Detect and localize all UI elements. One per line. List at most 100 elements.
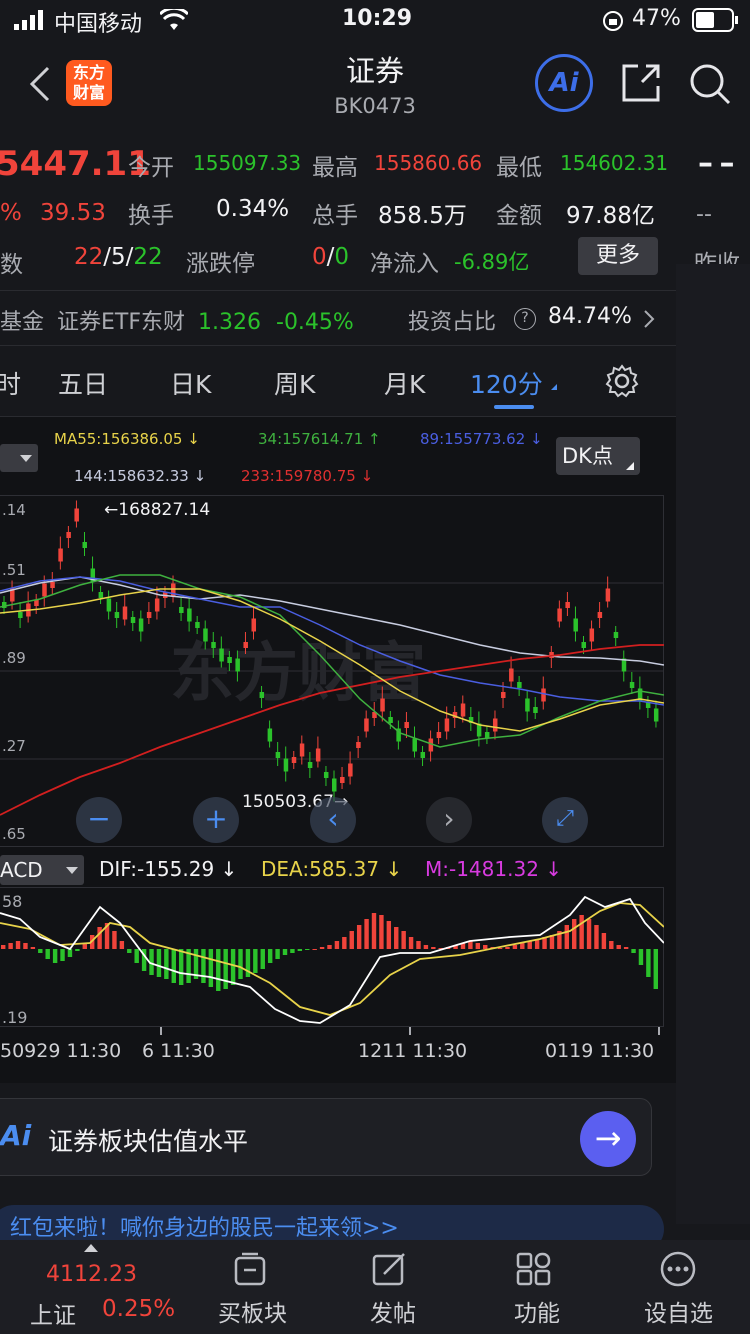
dif-line xyxy=(0,895,664,1024)
amount-label: 金额 xyxy=(496,203,542,229)
nav-add-watchlist[interactable]: 设自选 xyxy=(644,1250,713,1328)
tab-week-k[interactable]: 周K xyxy=(274,365,315,401)
nav-post[interactable]: 发帖 xyxy=(370,1250,416,1328)
rotation-lock-icon xyxy=(602,10,624,38)
macd-bar xyxy=(408,937,414,949)
macd-bar xyxy=(386,921,392,949)
macd-bar xyxy=(290,949,295,953)
nav-functions[interactable]: 功能 xyxy=(514,1250,560,1328)
scroll-left-button[interactable]: ‹ xyxy=(310,797,356,843)
volume-value: 858.5万 xyxy=(378,203,467,229)
macd-bar xyxy=(431,947,436,949)
side-panel-dash-small: -- xyxy=(696,202,712,227)
macd-bar xyxy=(45,949,50,959)
candle xyxy=(404,722,409,728)
time-tick xyxy=(160,1027,162,1035)
tab-day-k[interactable]: 日K xyxy=(170,365,211,401)
ma233-label: 233:159780.75 ↓ xyxy=(241,467,374,485)
macd-bar xyxy=(334,941,340,949)
candle xyxy=(525,698,530,712)
macd-bar xyxy=(112,931,117,949)
candle xyxy=(18,612,23,618)
macd-bar xyxy=(267,949,273,963)
macd-bar xyxy=(223,949,228,989)
ai-go-arrow-icon[interactable]: → xyxy=(580,1111,636,1167)
candle xyxy=(597,612,603,618)
limit-counts: 0/0 xyxy=(312,244,350,270)
share-icon[interactable] xyxy=(620,62,662,108)
candle xyxy=(315,748,321,762)
netflow-label: 净流入 xyxy=(370,251,439,277)
zoom-out-button[interactable]: − xyxy=(76,797,122,843)
macd-selector[interactable]: ACD xyxy=(0,855,84,885)
more-button[interactable]: 更多 xyxy=(578,237,658,275)
macd-bar xyxy=(282,949,288,955)
candle xyxy=(138,618,144,632)
macd-bar xyxy=(134,949,139,963)
macd-bar xyxy=(156,949,162,977)
candle xyxy=(460,703,466,717)
candle xyxy=(348,763,353,777)
candle xyxy=(605,588,611,602)
macd-bar xyxy=(609,941,614,949)
macd-bar xyxy=(312,949,317,950)
macd-bar xyxy=(505,947,510,949)
tab-dropdown-indicator xyxy=(551,384,557,390)
ma89-label: 89:155773.62 ↓ xyxy=(420,430,543,448)
side-panel xyxy=(676,264,750,1224)
invest-ratio-value: 84.74% xyxy=(548,304,632,329)
divider xyxy=(0,345,676,346)
ma144-label: 144:158632.33 ↓ xyxy=(74,467,207,485)
settings-gear-icon[interactable] xyxy=(605,364,639,402)
index-name[interactable]: 上证 xyxy=(30,1296,76,1330)
candle xyxy=(299,743,305,757)
open-value: 155097.33 xyxy=(193,151,302,175)
nav-label: 买板块 xyxy=(218,1301,287,1327)
indicator-selector[interactable] xyxy=(0,444,38,472)
search-icon[interactable] xyxy=(688,62,732,110)
macd-bar xyxy=(23,943,28,949)
macd-bar xyxy=(119,941,125,949)
macd-bar xyxy=(216,949,221,991)
fund-row[interactable]: 基金 证券ETF东财 1.326 -0.45% xyxy=(0,304,354,336)
macd-bar xyxy=(1,945,6,949)
help-icon[interactable]: ? xyxy=(514,308,536,330)
macd-bar xyxy=(52,949,58,963)
candle xyxy=(34,600,39,606)
tab-five-day[interactable]: 五日 xyxy=(58,365,108,401)
macd-bar xyxy=(475,943,481,949)
chevron-right-icon[interactable] xyxy=(642,308,656,334)
expand-up-icon[interactable] xyxy=(84,1244,98,1252)
macd-bar xyxy=(512,945,518,949)
tab-month-k[interactable]: 月K xyxy=(384,365,425,401)
time-tick xyxy=(658,1027,660,1035)
tab-120-min[interactable]: 120分 xyxy=(470,365,543,401)
active-tab-underline xyxy=(494,405,534,409)
nav-buy-sector[interactable]: 买板块 xyxy=(218,1250,287,1328)
macd-bar xyxy=(572,919,577,949)
macd-bar xyxy=(164,949,169,979)
ai-button[interactable]: Ai xyxy=(535,54,593,112)
index-pct[interactable]: 0.25% xyxy=(102,1296,175,1322)
high-marker: ←168827.14 xyxy=(104,500,210,520)
zoom-in-button[interactable]: + xyxy=(193,797,239,843)
y-tick: .51 xyxy=(2,561,26,579)
ai-logo: Ai xyxy=(0,1119,32,1152)
fullscreen-icon[interactable]: ⤢ xyxy=(542,797,588,843)
index-value[interactable]: 4112.23 xyxy=(46,1262,137,1287)
macd-bar xyxy=(297,949,303,951)
macd-bar xyxy=(653,949,658,989)
macd-bar xyxy=(631,949,636,953)
time-label: 1211 11:30 xyxy=(358,1040,468,1062)
tab-time-share[interactable]: 时 xyxy=(0,365,21,401)
dea-label: DEA:585.37 ↓ xyxy=(261,857,403,881)
macd-bar xyxy=(30,947,36,949)
macd-bar xyxy=(178,949,184,985)
scroll-right-button[interactable]: › xyxy=(426,797,472,843)
low-label: 最低 xyxy=(496,155,542,181)
candle xyxy=(589,628,595,642)
candle xyxy=(565,602,570,608)
candle xyxy=(533,707,538,713)
kline-chart[interactable]: 东方财富 ←168827.14 150503.67→ .14 .51 .89 .… xyxy=(0,495,664,847)
macd-chart[interactable]: 58 .19 xyxy=(0,887,664,1027)
